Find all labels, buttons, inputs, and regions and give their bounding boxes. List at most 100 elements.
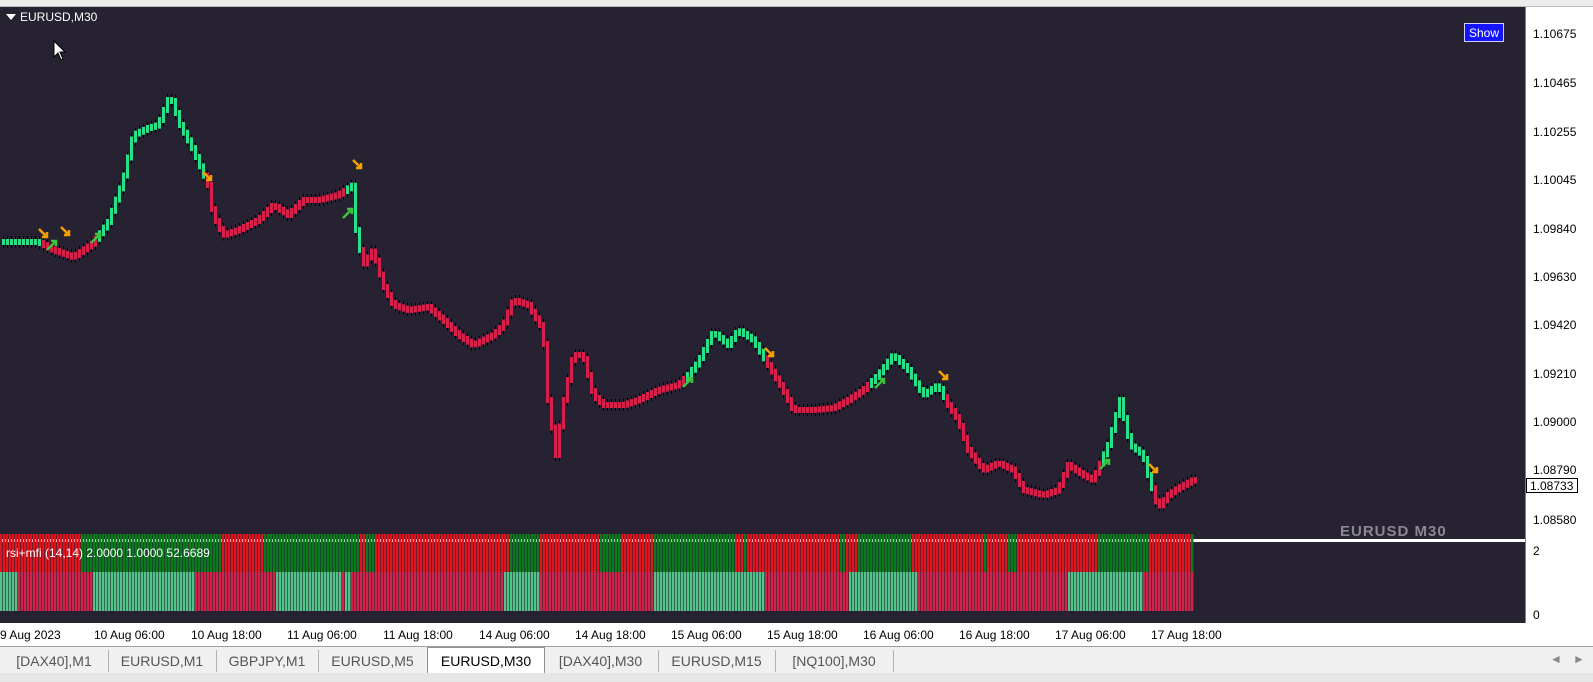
indicator-bar-top <box>633 534 636 572</box>
price-axis[interactable] <box>1525 7 1593 623</box>
indicator-bar-top <box>1011 534 1014 572</box>
candle-body <box>330 193 333 201</box>
candle-body <box>290 208 293 218</box>
indicator-bar-bottom <box>1095 572 1098 611</box>
indicator-bar-top <box>861 534 864 572</box>
price-label: 1.10465 <box>1533 76 1577 90</box>
tab-scroll-right-icon[interactable]: ► <box>1573 652 1585 666</box>
indicator-bar-bottom <box>570 572 573 611</box>
indicator-bar-top <box>270 534 273 572</box>
indicator-bar-top <box>1008 534 1011 572</box>
indicator-bar-top <box>1092 534 1095 572</box>
tab-eurusd-m30[interactable]: EURUSD,M30 <box>427 647 545 673</box>
candle-body <box>594 388 597 401</box>
indicator-bar-bottom <box>1191 572 1194 611</box>
candle-body <box>810 407 813 413</box>
candle-body <box>74 251 77 260</box>
candle-body <box>458 330 461 340</box>
indicator-bar-bottom <box>318 572 321 611</box>
indicator-bar-bottom <box>657 572 660 611</box>
indicator-bar-bottom <box>66 572 69 611</box>
indicator-bar-bottom <box>921 572 924 611</box>
indicator-bar-top <box>333 534 336 572</box>
indicator-bar-bottom <box>168 572 171 611</box>
tab-eurusd-m1[interactable]: EURUSD,M1 <box>108 650 217 672</box>
price-label: 1.10045 <box>1533 173 1577 187</box>
indicator-bar-top <box>663 534 666 572</box>
candle-body <box>102 224 105 237</box>
indicator-bar-bottom <box>897 572 900 611</box>
indicator-bar-bottom <box>159 572 162 611</box>
indicator-bar-top <box>996 534 999 572</box>
candle-body <box>194 145 197 160</box>
indicator-bar-top <box>975 534 978 572</box>
indicator-bar-bottom <box>207 572 210 611</box>
chart-title[interactable]: EURUSD,M30 <box>6 10 97 24</box>
indicator-bar-bottom <box>669 572 672 611</box>
price-label: 1.09420 <box>1533 318 1577 332</box>
tab-gbpjpy-m1[interactable]: GBPJPY,M1 <box>216 650 319 672</box>
indicator-bar-top <box>267 534 270 572</box>
indicator-bar-top <box>222 534 225 572</box>
indicator-bar-bottom <box>249 572 252 611</box>
price-label: 1.09840 <box>1533 222 1577 236</box>
indicator-bar-top <box>453 534 456 572</box>
indicator-bar-top <box>459 534 462 572</box>
indicator-bar-top <box>939 534 942 572</box>
indicator-bar-bottom <box>126 572 129 611</box>
tab-scroll-left-icon[interactable]: ◄ <box>1550 652 1562 666</box>
candle-body <box>1174 486 1177 496</box>
sell-arrow-icon <box>1148 463 1159 474</box>
candle-body <box>86 243 89 253</box>
show-button[interactable]: Show <box>1464 23 1504 42</box>
indicator-bar-bottom <box>717 572 720 611</box>
tab-dax40-m1[interactable]: [DAX40],M1 <box>0 650 109 672</box>
dropdown-triangle-icon[interactable] <box>6 14 16 20</box>
indicator-bar-bottom <box>120 572 123 611</box>
tab-eurusd-m5[interactable]: EURUSD,M5 <box>318 650 428 672</box>
indicator-bar-bottom <box>663 572 666 611</box>
indicator-bar-top <box>264 534 267 572</box>
time-label: 11 Aug 06:00 <box>287 628 357 642</box>
price-label: 1.09630 <box>1533 270 1577 284</box>
candle-body <box>10 239 13 245</box>
candle-body <box>118 185 121 203</box>
candle-body <box>130 136 133 161</box>
indicator-bar-top <box>993 534 996 572</box>
candle-body <box>350 182 353 192</box>
tab-eurusd-m15[interactable]: EURUSD,M15 <box>658 650 776 672</box>
candle-body <box>926 388 929 398</box>
candle-body <box>42 240 45 249</box>
candle-body <box>1094 470 1097 483</box>
indicator-bar-bottom <box>141 572 144 611</box>
indicator-bar-top <box>378 534 381 572</box>
candle-body <box>994 460 997 469</box>
indicator-bar-top <box>249 534 252 572</box>
indicator-bar-bottom <box>900 572 903 611</box>
indicator-bar-bottom <box>585 572 588 611</box>
time-label: 17 Aug 06:00 <box>1055 628 1126 642</box>
candle-body <box>342 188 345 197</box>
indicator-bar-top <box>315 534 318 572</box>
indicator-bar-bottom <box>435 572 438 611</box>
candle-body <box>970 447 973 459</box>
indicator-bar-bottom <box>699 572 702 611</box>
candle-body <box>862 386 865 395</box>
indicator-bar-top <box>636 534 639 572</box>
candle-body <box>1050 489 1053 497</box>
indicator-bar-bottom <box>549 572 552 611</box>
indicator-bar-top <box>381 534 384 572</box>
indicator-bar-top <box>465 534 468 572</box>
indicator-bar-bottom <box>30 572 33 611</box>
indicator-bar-top <box>1125 534 1128 572</box>
candle-body <box>142 126 145 135</box>
indicator-bar-bottom <box>816 572 819 611</box>
tab-dax40-m30[interactable]: [DAX40],M30 <box>543 650 659 672</box>
candle-body <box>866 382 869 392</box>
indicator-bar-bottom <box>429 572 432 611</box>
tab-nq100-m30[interactable]: [NQ100],M30 <box>775 650 894 672</box>
candle-body <box>442 314 445 324</box>
candle-body <box>382 271 385 290</box>
candle-body <box>1126 415 1129 439</box>
indicator-bar-top <box>504 534 507 572</box>
